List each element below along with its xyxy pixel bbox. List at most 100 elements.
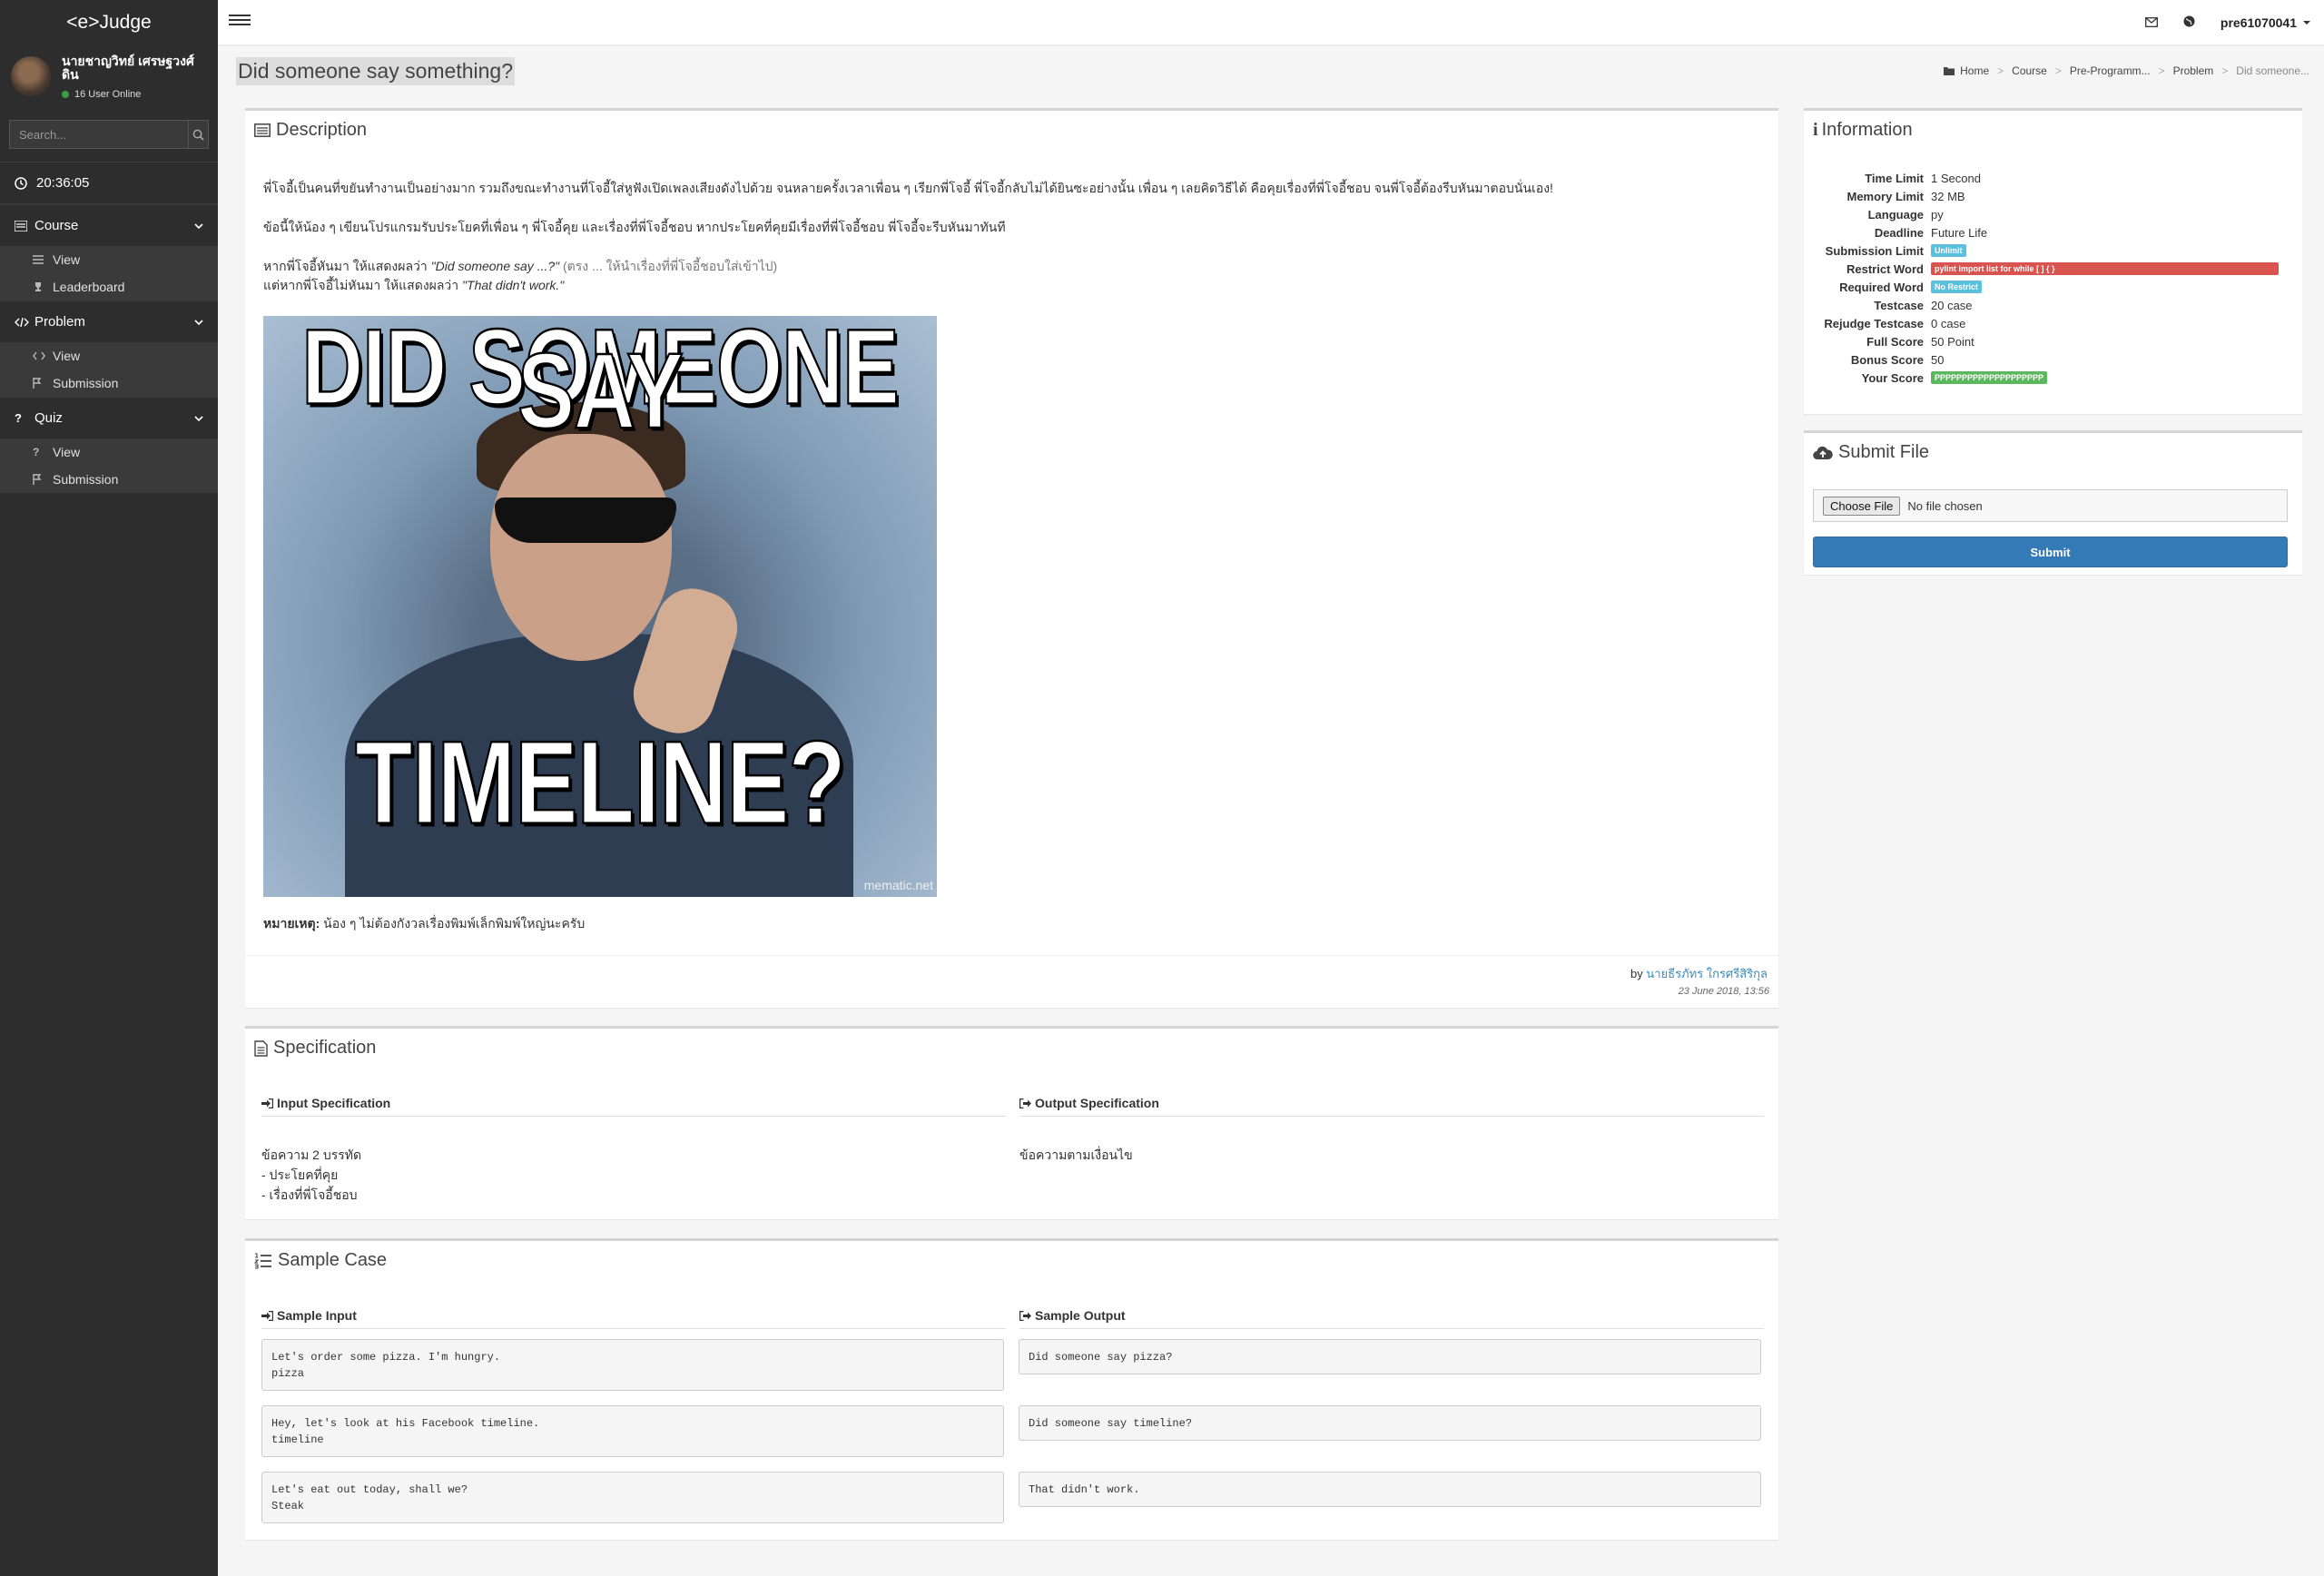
list-alt-icon [254, 123, 271, 137]
code-icon [15, 317, 34, 328]
panel-title: i Information [1804, 111, 2302, 141]
note: หมายเหตุ: น้อง ๆ ไม่ต้องกังวลเรื่องพิมพ์… [263, 914, 585, 933]
sidebar-item-problem-view[interactable]: View [0, 342, 218, 369]
sidebar-item-quiz-submission[interactable]: Submission [0, 466, 218, 493]
info-key: Required Word [1839, 280, 1924, 294]
sidebar-item-quiz[interactable]: ? Quiz [0, 397, 218, 438]
user-name: นายชาญวิทย์ เศรษฐวงศ์ดิน [62, 54, 194, 82]
breadcrumb-problem[interactable]: Problem [2173, 64, 2214, 77]
sample-input-box[interactable]: Let's eat out today, shall we? Steak [261, 1472, 1004, 1523]
sidebar-item-label: View [53, 252, 81, 267]
info-row-restrict-word: Restrict Word pylint import list for whil… [1804, 260, 2279, 278]
information-panel: i Information Time Limit 1 Second Memory … [1804, 108, 2302, 414]
page-title: Did someone say something? [236, 57, 515, 85]
sidebar-item-problem[interactable]: Problem [0, 300, 218, 342]
breadcrumb-separator: > [2221, 64, 2229, 77]
username: pre61070041 [2220, 15, 2297, 30]
divider [1019, 1116, 1764, 1117]
sample-input-box[interactable]: Let's order some pizza. I'm hungry. pizz… [261, 1339, 1004, 1391]
info-row-rejudge-testcase: Rejudge Testcase 0 case [1804, 314, 1965, 332]
breadcrumb-course[interactable]: Course [2012, 64, 2047, 77]
input-spec-label: Input Specification [277, 1096, 391, 1110]
specification-panel: Specification Input Specification Output… [245, 1026, 1778, 1219]
breadcrumb-separator: > [2054, 64, 2062, 77]
input-spec-heading: Input Specification [261, 1096, 390, 1110]
submit-file-title: Submit File [1838, 442, 1930, 462]
flag-icon [33, 474, 53, 485]
sidebar-item-leaderboard[interactable]: Leaderboard [0, 273, 218, 300]
envelope-icon[interactable] [2144, 15, 2158, 30]
sign-in-icon [261, 1310, 273, 1321]
sample-input-box[interactable]: Hey, let's look at his Facebook timeline… [261, 1405, 1004, 1457]
panel-title: Specification [245, 1029, 1778, 1059]
list-icon [33, 255, 53, 264]
avatar[interactable] [11, 56, 51, 96]
choose-file-button[interactable]: Choose File [1823, 496, 1901, 516]
output-rule: หากพี่โจอี้หันมา ให้แสดงผลว่า "Did someo… [263, 257, 1761, 295]
search-input[interactable] [10, 121, 188, 148]
search-button[interactable] [188, 121, 208, 148]
info-key: Testcase [1874, 298, 1924, 312]
info-row-bonus-score: Bonus Score 50 [1804, 350, 1945, 369]
brand-logo[interactable]: <e>Judge [0, 0, 218, 45]
info-key: Time Limit [1865, 171, 1924, 185]
info-key: Full Score [1866, 334, 1924, 349]
menu-toggle-icon[interactable] [229, 12, 251, 34]
info-value: 1 Second [1931, 171, 1981, 185]
sample-case-panel: Sample Case Sample Input Sample Output L… [245, 1238, 1778, 1540]
submit-button[interactable]: Submit [1813, 537, 2288, 567]
sidebar-item-quiz-view[interactable]: ? View [0, 438, 218, 466]
sidebar-item-label: View [53, 445, 81, 459]
caret-down-icon [2303, 21, 2310, 25]
breadcrumb-separator: > [1997, 64, 2004, 77]
sidebar-item-label: Quiz [34, 410, 63, 426]
sign-out-icon [1019, 1310, 1031, 1321]
sample-output-box[interactable]: Did someone say pizza? [1019, 1339, 1761, 1374]
flag-icon [33, 378, 53, 389]
globe-icon[interactable] [2183, 15, 2195, 30]
question-icon: ? [15, 411, 22, 425]
divider [261, 1328, 1006, 1329]
sidebar-item-course-view[interactable]: View [0, 246, 218, 273]
sample-output-box[interactable]: That didn't work. [1019, 1472, 1761, 1507]
info-key: Bonus Score [1850, 352, 1924, 367]
author-link[interactable]: นายธีรภัทร ใกรศรีสิริกุล [1646, 967, 1768, 980]
info-value: 20 case [1931, 298, 1973, 312]
sidebar-item-course[interactable]: Course [0, 204, 218, 246]
sidebar-item-problem-submission[interactable]: Submission [0, 369, 218, 397]
restrict-word-badge: pylint import list for while [ ] { } [1931, 262, 2279, 275]
breadcrumb-separator: > [2158, 64, 2165, 77]
course-submenu: View Leaderboard [0, 246, 218, 300]
clock-icon [15, 176, 27, 190]
your-score-badge: PPPPPPPPPPPPPPPPPPPP [1931, 371, 2048, 384]
sample-output-box[interactable]: Did someone say timeline? [1019, 1405, 1761, 1441]
user-panel: นายชาญวิทย์ เศรษฐวงศ์ดิน 16 User Online [0, 45, 218, 109]
breadcrumb-course-name[interactable]: Pre-Programm... [2070, 64, 2151, 77]
user-menu[interactable]: pre61070041 [2221, 15, 2311, 30]
sidebar-item-label: Leaderboard [53, 280, 125, 294]
online-count: 16 User Online [74, 89, 142, 100]
list-ol-icon [254, 1252, 271, 1269]
info-key: Your Score [1861, 370, 1924, 385]
breadcrumb-home[interactable]: Home [1960, 64, 1989, 77]
input-spec-line: ข้อความ 2 บรรทัด [261, 1148, 362, 1162]
meme-caption-bottom: TIMELINE? [354, 717, 847, 850]
info-row-required-word: Required Word No Restrict [1804, 278, 1983, 296]
output-spec-text: ข้อความตามเงื่อนไข [1019, 1148, 1133, 1162]
sample-input-label: Sample Input [277, 1308, 357, 1323]
info-row-your-score: Your Score PPPPPPPPPPPPPPPPPPPP [1804, 369, 2048, 387]
description-paragraph: พี่โจอี้เป็นคนที่ขยันทำงานเป็นอย่างมาก ร… [263, 181, 1553, 195]
topbar-right: pre61070041 [2144, 0, 2311, 45]
output-rule-quote: "Did someone say ...?" [430, 259, 560, 273]
author-by: by [1630, 967, 1647, 980]
online-status: 16 User Online [62, 89, 207, 100]
file-input[interactable]: Choose File No file chosen [1813, 489, 2288, 522]
required-word-badge: No Restrict [1931, 281, 1983, 293]
info-row-memory-limit: Memory Limit 32 MB [1804, 187, 1965, 205]
trophy-icon [33, 281, 53, 292]
file-status: No file chosen [1907, 498, 1983, 513]
submission-limit-badge: Unlimit [1931, 244, 1966, 257]
output-rule-quote: "That didn't work." [462, 278, 565, 292]
divider [1019, 1328, 1764, 1329]
output-rule-text: แต่หากพี่โจอี้ไม่หันมา ให้แสดงผลว่า [263, 278, 463, 292]
